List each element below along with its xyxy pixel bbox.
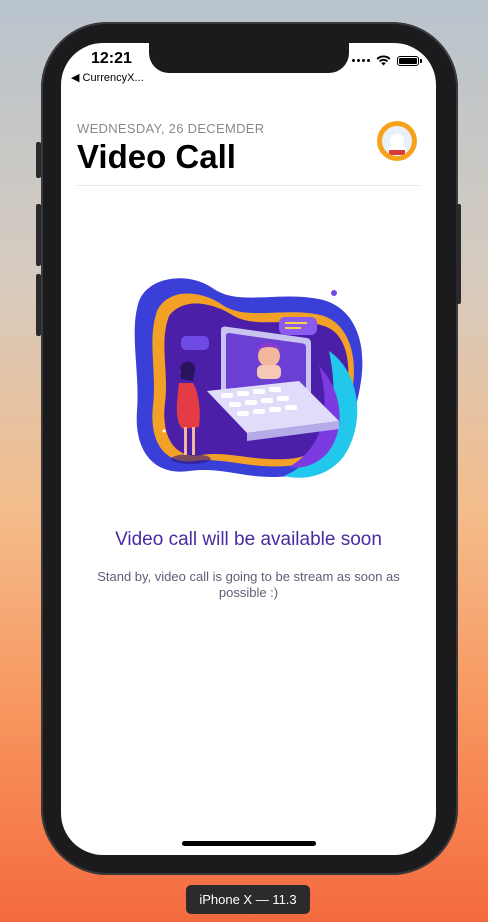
volume-down-button	[36, 274, 41, 336]
page-title: Video Call	[77, 138, 236, 175]
simulator-device-label: iPhone X — 11.3	[186, 885, 310, 914]
status-icons	[352, 55, 422, 66]
app-screen: 12:21 ◀ CurrencyX... WEDNESDAY, 26 DECEM…	[61, 43, 436, 855]
profile-avatar-icon[interactable]	[377, 121, 417, 161]
header-divider	[77, 185, 420, 186]
signal-dots-icon	[352, 59, 370, 62]
back-to-app-link[interactable]: ◀ CurrencyX...	[71, 71, 144, 84]
notch	[149, 43, 349, 73]
date-label: WEDNESDAY, 26 DECEMDER	[77, 121, 265, 136]
availability-subtext: Stand by, video call is going to be stre…	[97, 569, 400, 600]
power-button	[456, 204, 461, 304]
home-indicator[interactable]	[182, 841, 316, 846]
mute-switch	[36, 142, 41, 178]
status-time: 12:21	[91, 50, 132, 67]
video-call-illustration	[134, 278, 363, 478]
battery-icon	[397, 55, 422, 66]
wifi-icon	[376, 55, 391, 66]
volume-up-button	[36, 204, 41, 266]
availability-headline: Video call will be available soon	[115, 529, 382, 550]
